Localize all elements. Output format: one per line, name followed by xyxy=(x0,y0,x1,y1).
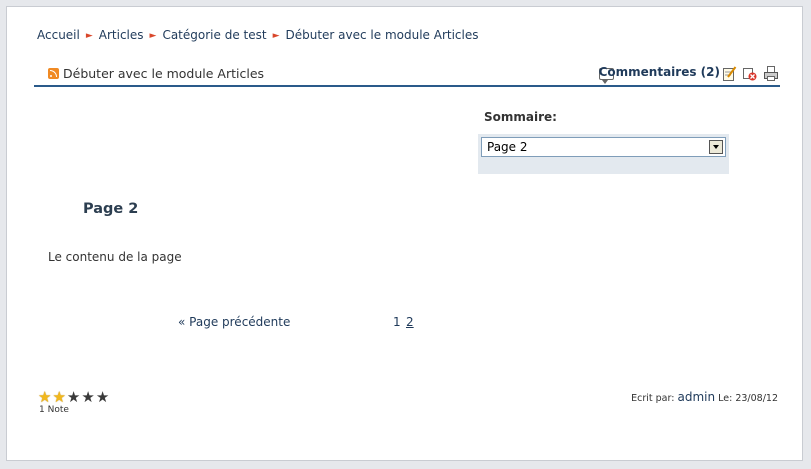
star-empty-icon[interactable]: ★ xyxy=(67,390,80,405)
breadcrumb-home[interactable]: Accueil xyxy=(37,28,80,42)
rating-count: 1 Note xyxy=(39,405,69,415)
star-filled-icon[interactable]: ★ xyxy=(38,390,51,405)
breadcrumb-current[interactable]: Débuter avec le module Articles xyxy=(285,28,478,42)
article-author-info: Ecrit par: admin Le: 23/08/12 xyxy=(631,390,778,404)
page-content: Le contenu de la page xyxy=(48,250,182,264)
author-link[interactable]: admin xyxy=(677,390,715,404)
star-filled-icon[interactable]: ★ xyxy=(52,390,65,405)
breadcrumb-separator-icon: ► xyxy=(149,31,157,41)
article-title: Débuter avec le module Articles xyxy=(63,66,265,81)
previous-page-link[interactable]: « Page précédente xyxy=(178,315,290,329)
rss-icon[interactable] xyxy=(48,68,59,79)
breadcrumb: Accueil ► Articles ► Catégorie de test ► Début… xyxy=(37,28,478,42)
breadcrumb-separator-icon: ► xyxy=(272,31,280,41)
star-empty-icon[interactable]: ★ xyxy=(96,390,109,405)
rating-stars: ★★★★★ xyxy=(38,387,110,406)
delete-icon[interactable] xyxy=(743,66,757,81)
breadcrumb-articles[interactable]: Articles xyxy=(99,28,144,42)
star-empty-icon[interactable]: ★ xyxy=(81,390,94,405)
chevron-down-icon[interactable] xyxy=(709,140,723,154)
article-page: Accueil ► Articles ► Catégorie de test ► Début… xyxy=(6,6,803,461)
date-label: Le: xyxy=(718,393,733,404)
summary-label: Sommaire: xyxy=(484,110,557,124)
summary-panel: Page 2 xyxy=(478,134,729,174)
edit-icon[interactable] xyxy=(723,66,737,81)
print-icon[interactable] xyxy=(764,66,778,81)
article-date: 23/08/12 xyxy=(735,393,778,404)
written-by-label: Ecrit par: xyxy=(631,393,675,404)
page-heading: Page 2 xyxy=(83,201,139,217)
page-link-1[interactable]: 1 xyxy=(393,315,401,329)
breadcrumb-category[interactable]: Catégorie de test xyxy=(162,28,266,42)
page-link-2: 2 xyxy=(406,315,414,329)
article-title-bar: Débuter avec le module Articles Commenta… xyxy=(34,63,780,87)
summary-select-value: Page 2 xyxy=(487,140,528,154)
breadcrumb-separator-icon: ► xyxy=(85,31,93,41)
summary-select[interactable]: Page 2 xyxy=(481,137,726,157)
comments-link[interactable]: Commentaires (2) xyxy=(599,65,720,79)
